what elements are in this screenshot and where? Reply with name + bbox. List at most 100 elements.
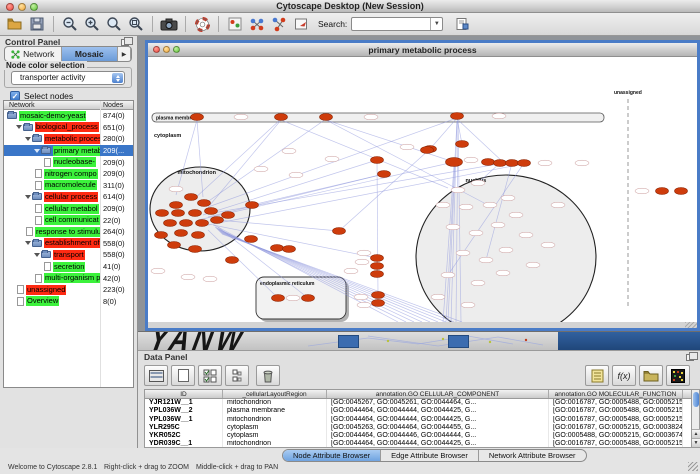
function-builder-button[interactable]: f(x) [612, 365, 636, 386]
table-column-header[interactable]: annotation.GO MOLECULAR_FUNCTION [549, 390, 683, 398]
search-input[interactable] [354, 18, 428, 30]
scrollbar-thumb[interactable] [693, 392, 699, 407]
checkbox-grid-icon [203, 369, 217, 383]
tree-row[interactable]: nucleobase-209(0) [4, 156, 133, 168]
tab-overflow-arrow[interactable]: ▶ [118, 47, 131, 61]
tree-expand-arrow-icon[interactable] [34, 149, 40, 153]
tree-expand-arrow-icon[interactable] [25, 137, 31, 141]
tree-row[interactable]: Overview8(0) [4, 296, 133, 308]
table-row[interactable]: YPL036W__1mitochondrion[GO:0044464, GO:0… [145, 416, 691, 424]
tree-expand-arrow-icon[interactable] [25, 195, 31, 199]
table-row[interactable]: YLR295Ccytoplasm[GO:0045263, GO:0044464,… [145, 424, 691, 432]
zoom-in-button[interactable] [81, 14, 103, 34]
table-row[interactable]: YDR039C__1mitochondrion[GO:0044464, GO:0… [145, 440, 691, 448]
network-node [372, 300, 385, 307]
network-nodes-icon [249, 17, 266, 32]
tree-row[interactable]: multi-organism pro42(0) [4, 272, 133, 284]
tree-expand-arrow-icon[interactable] [16, 125, 22, 129]
tab-network-attribute-browser[interactable]: Network Attribute Browser [479, 450, 586, 461]
app-resize-grip[interactable] [688, 462, 698, 471]
network-canvas[interactable]: plasma membranecytoplasmmitochondrionnuc… [148, 57, 697, 322]
zoom-out-button[interactable] [59, 14, 81, 34]
select-first-neighbors-button[interactable] [246, 14, 268, 34]
table-row[interactable]: YKR052Ccytoplasm[GO:0044464, GO:0044446,… [145, 432, 691, 440]
network-node [371, 157, 384, 164]
tree-row-node-count: 874(0) [103, 111, 125, 120]
node-color-combobox[interactable]: transporter activity [11, 71, 125, 85]
network-node [372, 292, 385, 299]
create-network-from-selection-button[interactable] [268, 14, 290, 34]
tree-row[interactable]: establishment of lo558(0) [4, 238, 133, 250]
save-session-button[interactable] [26, 14, 48, 34]
delete-attribute-button[interactable] [256, 365, 280, 386]
network-label-node [456, 250, 470, 256]
table-cell: plasma membrane [223, 407, 327, 415]
zoom-selected-button[interactable] [103, 14, 125, 34]
network-window[interactable]: primary metabolic process plasma membran… [145, 40, 700, 331]
tree-row[interactable]: transport558(0) [4, 249, 133, 261]
tree-row-node-count: 209(0) [103, 204, 125, 213]
network-label-node [286, 295, 300, 301]
attribute-table[interactable]: ID_cellularLayoutRegionannotation.GO CEL… [144, 389, 692, 448]
window-resize-grip[interactable] [685, 322, 697, 328]
zoom-fit-button[interactable] [125, 14, 147, 34]
table-row[interactable]: YPL036W__2plasma membrane[GO:0044464, GO… [145, 407, 691, 415]
attribute-checklist-button[interactable] [198, 365, 222, 386]
table-cell: YPL036W__1 [145, 416, 223, 424]
tree-row[interactable]: response to stimulu264(0) [4, 226, 133, 238]
tab-node-attribute-browser[interactable]: Node Attribute Browser [283, 450, 381, 461]
search-dropdown-arrow-icon[interactable]: ▼ [430, 18, 442, 30]
network-tree-header: Network Nodes [4, 101, 133, 110]
tree-row[interactable]: mosaic-demo-yeast874(0) [4, 110, 133, 122]
background-window-strip[interactable]: YANW [138, 331, 700, 350]
tree-row[interactable]: biological_process651(0) [4, 122, 133, 134]
tree-row-label: nucleobase- [53, 157, 96, 167]
network-node [302, 295, 315, 302]
network-label-node [234, 114, 248, 120]
table-column-header[interactable]: _cellularLayoutRegion [223, 390, 327, 398]
tree-row-node-count: 311(0) [103, 181, 124, 190]
scroll-down-button[interactable]: ▼ [692, 438, 700, 447]
network-label-node [431, 294, 445, 300]
tree-row-label: primary metabo [53, 146, 100, 156]
float-panel-icon[interactable] [121, 39, 129, 46]
table-scrollbar[interactable]: ▲ ▼ [691, 389, 700, 448]
network-node [333, 228, 346, 235]
table-row[interactable]: YJR121W__1mitochondrion[GO:0045267, GO:0… [145, 399, 691, 407]
import-attributes-button[interactable] [639, 365, 663, 386]
open-file-button[interactable] [4, 14, 26, 34]
tree-expand-arrow-icon[interactable] [25, 241, 31, 245]
window-titlebar: Cytoscape Desktop (New Session) [0, 0, 700, 13]
network-node [246, 202, 259, 209]
attribute-notes-button[interactable] [585, 365, 609, 386]
data-panel-float-icon[interactable] [686, 354, 694, 361]
tree-row[interactable]: nitrogen compo209(0) [4, 168, 133, 180]
snapshot-button[interactable] [158, 14, 180, 34]
tree-row[interactable]: cellular metabol209(0) [4, 203, 133, 215]
help-button[interactable] [191, 14, 213, 34]
new-attribute-button[interactable] [171, 365, 195, 386]
tree-row[interactable]: metabolic process280(0) [4, 133, 133, 145]
scroll-up-button[interactable]: ▲ [692, 429, 700, 438]
tree-row[interactable]: primary metabo209(... [4, 145, 133, 157]
tree-row[interactable]: macromolecule311(0) [4, 180, 133, 192]
tree-row[interactable]: cellular process614(0) [4, 191, 133, 203]
tab-mosaic[interactable]: Mosaic [62, 47, 119, 61]
search-config-button[interactable] [451, 14, 473, 34]
tree-expand-arrow-icon[interactable] [34, 253, 40, 257]
tree-row-label: establishment of lo [44, 238, 100, 248]
network-node [283, 246, 296, 253]
heatmap-button[interactable] [666, 365, 690, 386]
network-window-titlebar[interactable]: primary metabolic process [148, 43, 697, 57]
tab-network[interactable]: Network [5, 47, 62, 61]
table-column-header[interactable]: annotation.GO CELLULAR_COMPONENT [327, 390, 549, 398]
table-column-header[interactable]: ID [145, 390, 223, 398]
tree-row[interactable]: secretion41(0) [4, 261, 133, 273]
tab-edge-attribute-browser[interactable]: Edge Attribute Browser [381, 450, 479, 461]
tree-row[interactable]: unassigned223(0) [4, 284, 133, 296]
attribute-matrix-button[interactable] [225, 365, 249, 386]
vizmapper-button[interactable] [224, 14, 246, 34]
annotation-button[interactable] [290, 14, 312, 34]
tree-row[interactable]: cell communicat22(0) [4, 214, 133, 226]
select-attributes-button[interactable] [144, 365, 168, 386]
